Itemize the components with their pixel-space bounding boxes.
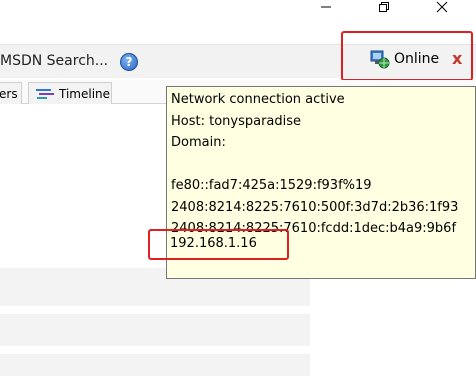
tab-filters[interactable]: ers <box>0 82 22 104</box>
domain-text: Domain: <box>171 135 226 150</box>
timeline-icon <box>36 89 54 99</box>
close-icon <box>436 1 448 13</box>
restore-icon <box>379 2 389 12</box>
network-globe-icon <box>370 50 390 69</box>
online-status-label[interactable]: Online <box>394 51 439 67</box>
ipv4-address-text: 192.168.1.16 <box>170 236 257 251</box>
list-item[interactable] <box>0 354 310 376</box>
minimize-icon <box>321 6 331 8</box>
msdn-search-box[interactable]: MSDN Search... <box>0 53 108 69</box>
list-item[interactable] <box>0 314 310 346</box>
host-text: Host: tonysparadise <box>171 114 302 129</box>
restore-button[interactable] <box>364 0 404 14</box>
connection-status-text: Network connection active <box>171 92 345 107</box>
tab-label: ers <box>0 86 18 101</box>
ipv6-link-local-text: fe80::fad7:425a:1529:f93f%19 <box>171 178 372 193</box>
ipv6-address-1-text: 2408:8214:8225:7610:500f:3d7d:2b36:1f93 <box>171 200 459 215</box>
online-close-button[interactable]: x <box>452 49 462 68</box>
close-window-button[interactable] <box>422 0 462 14</box>
minimize-button[interactable] <box>306 0 346 14</box>
help-icon[interactable]: ? <box>120 53 138 71</box>
tab-timeline[interactable]: Timeline <box>28 82 112 104</box>
tab-label: Timeline <box>59 86 111 101</box>
